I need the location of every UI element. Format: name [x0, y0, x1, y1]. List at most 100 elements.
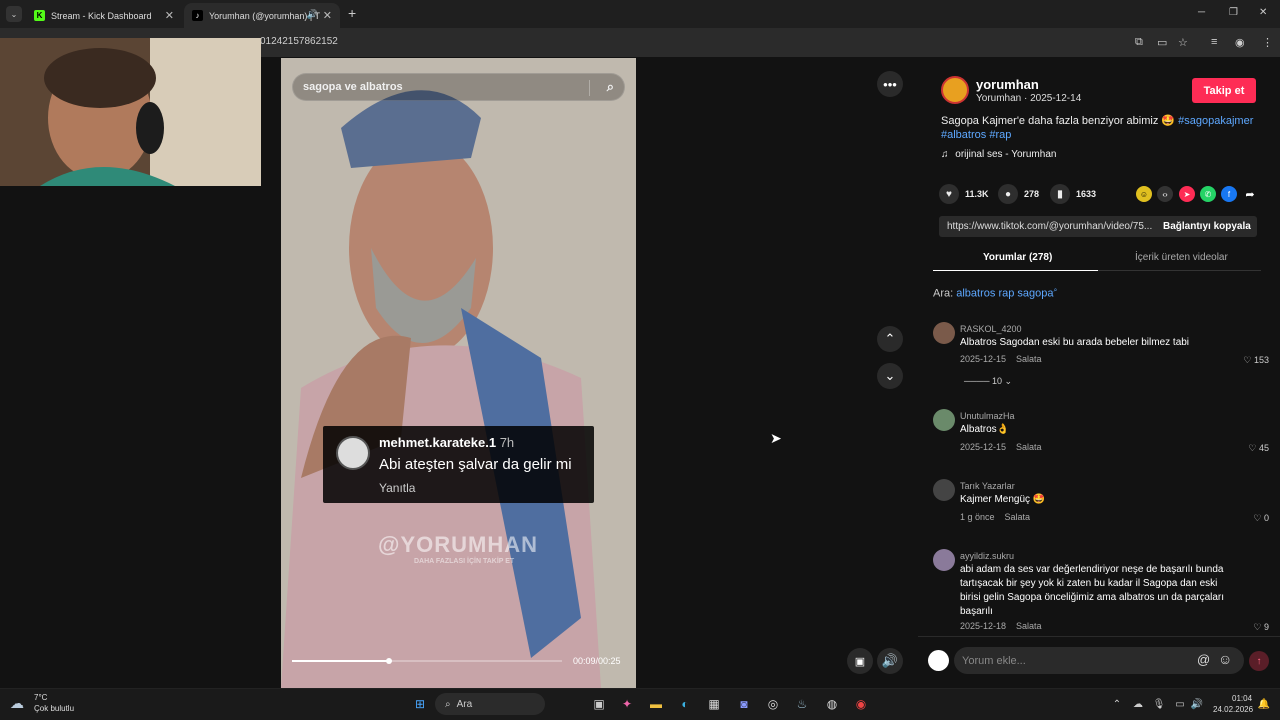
follow-button[interactable]: Takip et — [1192, 78, 1256, 103]
mention-icon[interactable]: @ — [1197, 652, 1210, 667]
github-icon[interactable]: ◍ — [823, 695, 841, 713]
reply-button[interactable]: Salata — [1016, 442, 1042, 452]
chrome-icon[interactable]: ◉ — [852, 695, 870, 713]
avatar[interactable] — [933, 409, 955, 431]
obs-icon[interactable]: ◎ — [764, 695, 782, 713]
clock-date[interactable]: 24.02.2026 — [1213, 705, 1253, 714]
video-player[interactable] — [281, 58, 636, 688]
copy-link-button[interactable]: Bağlantıyı kopyala — [1163, 221, 1251, 232]
save-stat[interactable]: ▮ 1633 — [1050, 184, 1096, 204]
tab-label: Yorumhan (@yorumhan) | T — [209, 10, 321, 21]
reply-button[interactable]: Salata — [1016, 621, 1042, 631]
heart-icon: ♡ — [1243, 355, 1252, 365]
comment-username[interactable]: Tarık Yazarlar — [960, 481, 1015, 491]
search-suggestion[interactable]: Ara: albatros rap sagopa⌕ — [933, 287, 1057, 300]
mouse-cursor-icon: ➤ — [770, 430, 782, 446]
comment-like[interactable]: ♡ 0 — [1229, 513, 1269, 524]
steam-icon[interactable]: ♨ — [793, 695, 811, 713]
share-arrow-icon[interactable]: ➦ — [1242, 186, 1258, 202]
popup-reply-link[interactable]: Yanıtla — [379, 481, 415, 495]
search-icon[interactable]: ⌕ — [607, 79, 614, 95]
music-info[interactable]: ♫ orijinal ses - Yorumhan — [941, 149, 1056, 160]
windows-start-icon[interactable]: ⊞ — [411, 695, 429, 713]
avatar[interactable] — [933, 479, 955, 501]
bookmark-star-icon[interactable]: ☆ — [1178, 36, 1188, 49]
profile-icon[interactable]: ◉ — [1235, 36, 1245, 49]
comment-username[interactable]: ayyildiz.sukru — [960, 551, 1014, 561]
translate-icon[interactable]: ⧉ — [1135, 36, 1143, 49]
copilot-icon[interactable]: ✦ — [618, 695, 636, 713]
comment-like-count: 153 — [1253, 355, 1269, 365]
file-explorer-icon[interactable]: ▬ — [647, 695, 665, 713]
divider: ──── — [964, 376, 993, 386]
send-comment-button[interactable]: ↑ — [1249, 651, 1269, 671]
search-suggestion-text[interactable]: albatros rap sagopa — [956, 288, 1053, 300]
creator-avatar[interactable] — [941, 76, 969, 104]
edge-icon[interactable]: ◐ — [676, 695, 694, 713]
comment-like[interactable]: ♡ 45 — [1229, 443, 1269, 454]
previous-video-button[interactable]: ⌃ — [877, 326, 903, 352]
reply-button[interactable]: Salata — [1005, 512, 1031, 522]
new-tab-button[interactable]: + — [348, 5, 356, 21]
comment-like[interactable]: ♡ 153 — [1229, 355, 1269, 366]
taskbar-search-label: Ara — [456, 698, 473, 710]
cast-icon[interactable]: ▭ — [1157, 36, 1167, 49]
store-icon[interactable]: ▦ — [705, 695, 723, 713]
comment-username[interactable]: UnutulmazHa — [960, 411, 1015, 421]
discord-icon[interactable]: ◙ — [735, 695, 753, 713]
tab-kick-dashboard[interactable]: K Stream - Kick Dashboard ✕ — [26, 3, 182, 28]
video-search-bar[interactable]: sagopa ve albatros ⌕ — [292, 73, 625, 101]
volume-button[interactable]: 🔊 — [877, 648, 903, 674]
tab-yorumhan[interactable]: ♪ Yorumhan (@yorumhan) | T 🔊 ✕ — [184, 3, 340, 28]
hashtag-link[interactable]: #rap — [989, 129, 1011, 141]
network-icon[interactable]: ▭ — [1171, 695, 1189, 713]
emoji-icon[interactable]: ☺ — [1218, 651, 1232, 667]
notification-icon[interactable]: 🔔 — [1255, 695, 1273, 713]
microphone-icon[interactable]: 🎙 — [1150, 695, 1168, 713]
creator-username[interactable]: yorumhan — [976, 77, 1039, 92]
url-field[interactable]: 01242157862152 — [260, 36, 338, 47]
reading-list-icon[interactable]: ≡ — [1211, 36, 1217, 48]
tab-creator-videos[interactable]: İçerik üreten videolar — [1135, 252, 1228, 263]
like-stat[interactable]: ♥ 11.3K — [939, 184, 989, 204]
video-progress-bar[interactable] — [292, 658, 562, 664]
pip-button[interactable]: ▣ — [847, 648, 873, 674]
comment-stat[interactable]: ● 278 — [998, 184, 1039, 204]
avatar[interactable] — [933, 549, 955, 571]
tab-list-dropdown[interactable]: ⌄ — [6, 6, 22, 22]
embed-icon[interactable]: ‹› — [1157, 186, 1173, 202]
video-link-url[interactable]: https://www.tiktok.com/@yorumhan/video/7… — [947, 221, 1152, 232]
close-tab-icon[interactable]: ✕ — [323, 9, 332, 22]
heart-icon: ♡ — [1253, 513, 1262, 523]
avatar[interactable] — [933, 322, 955, 344]
tray-chevron-icon[interactable]: ⌃ — [1108, 695, 1126, 713]
reply-button[interactable]: Salata — [1016, 354, 1042, 364]
onedrive-icon[interactable]: ☁ — [1129, 695, 1147, 713]
comment-input[interactable]: Yorum ekle... @ ☺ — [954, 647, 1244, 674]
clock-time[interactable]: 01:04 — [1232, 694, 1252, 703]
close-tab-icon[interactable]: ✕ — [165, 9, 174, 22]
task-view-icon[interactable]: ▣ — [590, 695, 608, 713]
user-avatar[interactable] — [928, 650, 949, 671]
hashtag-link[interactable]: #sagopakajmer — [1178, 115, 1253, 127]
next-video-button[interactable]: ⌄ — [877, 363, 903, 389]
speaker-icon[interactable]: 🔊 — [307, 9, 318, 20]
facebook-icon[interactable]: f — [1221, 186, 1237, 202]
minimize-button[interactable]: ─ — [1198, 7, 1205, 18]
maximize-button[interactable]: ❐ — [1229, 7, 1238, 18]
more-options-button[interactable]: ••• — [877, 71, 903, 97]
send-icon[interactable]: ➤ — [1179, 186, 1195, 202]
volume-icon[interactable]: 🔊 — [1188, 695, 1206, 713]
whatsapp-icon[interactable]: ✆ — [1200, 186, 1216, 202]
tab-comments[interactable]: Yorumlar (278) — [983, 252, 1052, 263]
video-link-box: https://www.tiktok.com/@yorumhan/video/7… — [939, 216, 1257, 237]
taskbar-search[interactable]: ⌕ Ara — [435, 693, 545, 715]
video-time: 00:09/00:25 — [573, 656, 621, 666]
menu-icon[interactable]: ⋮ — [1262, 36, 1273, 49]
view-replies-button[interactable]: ──── 10 ⌄ — [964, 376, 1012, 387]
comment-username[interactable]: RASKOL_4200 — [960, 324, 1022, 334]
repost-icon[interactable]: ☺ — [1136, 186, 1152, 202]
comment-like[interactable]: ♡ 9 — [1229, 622, 1269, 633]
hashtag-link[interactable]: #albatros — [941, 129, 986, 141]
close-window-button[interactable]: ✕ — [1259, 7, 1267, 18]
